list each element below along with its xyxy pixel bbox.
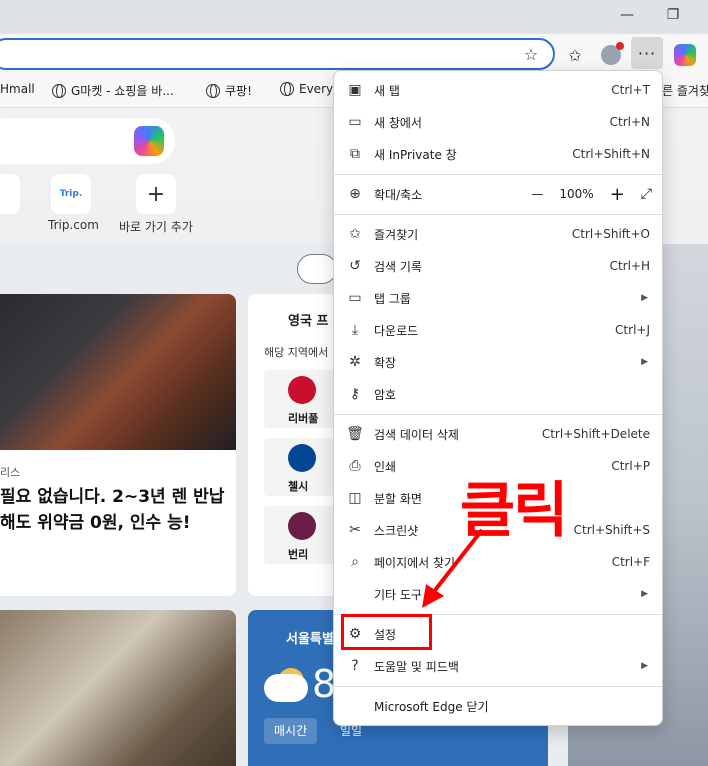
- cloud-icon: [264, 674, 308, 702]
- zoom-value: 100%: [559, 187, 594, 201]
- bookmark-item[interactable]: G마켓 - 쇼핑을 바...: [52, 82, 174, 99]
- favorites-icon[interactable]: ✩: [562, 42, 588, 68]
- extensions-icon: ✲: [349, 354, 361, 370]
- shortcut-label: 바로 가기 추가: [119, 220, 193, 234]
- profile-avatar-icon[interactable]: [598, 42, 624, 68]
- copilot-icon[interactable]: [134, 126, 164, 156]
- menu-item-tab-groups[interactable]: ▭ 탭 그룹 ▶: [334, 282, 662, 314]
- toolbar: ☆ ✩ ···: [0, 34, 708, 74]
- menu-item-passwords[interactable]: ⚷ 암호: [334, 378, 662, 410]
- address-bar[interactable]: ☆: [0, 38, 555, 70]
- sports-card[interactable]: 영국 프 해당 지역에서 리버풀 첼시 번리: [248, 294, 338, 596]
- menu-divider: [334, 214, 662, 215]
- find-icon: ⌕: [351, 554, 359, 570]
- shortcut-tile[interactable]: [0, 174, 20, 214]
- weather-location: 서울특별: [286, 632, 334, 647]
- settings-highlight-box: [341, 614, 432, 650]
- menu-item-extensions[interactable]: ✲ 확장 ▶: [334, 346, 662, 378]
- download-icon: ⤓: [351, 322, 359, 338]
- menu-item-history[interactable]: ↺ 검색 기록 Ctrl+H: [334, 250, 662, 282]
- bookmark-item[interactable]: Hmall: [0, 82, 35, 96]
- new-window-icon: ▭: [348, 114, 362, 130]
- globe-icon: [280, 82, 294, 96]
- help-icon: ?: [351, 658, 359, 674]
- team-chelsea[interactable]: 첼시: [264, 438, 334, 496]
- news-photo: [0, 610, 236, 766]
- more-options-button[interactable]: ···: [631, 37, 663, 69]
- menu-divider: [334, 414, 662, 415]
- news-headline: 필요 없습니다. 2~3년 렌 반납해도 위약금 0원, 인수 능!: [0, 487, 225, 533]
- menu-item-help[interactable]: ? 도움말 및 피드백 ▶: [334, 650, 662, 682]
- sports-title: 영국 프: [288, 314, 329, 329]
- tab-hourly[interactable]: 매시간: [264, 718, 318, 744]
- new-tab-icon: ▣: [348, 82, 362, 98]
- menu-item-downloads[interactable]: ⤓ 다운로드 Ctrl+J: [334, 314, 662, 346]
- menu-item-close-edge[interactable]: Microsoft Edge 닫기: [334, 690, 662, 722]
- menu-item-zoom: ⊕ 확대/축소 — 100% + ⤢: [334, 178, 662, 210]
- favorites-icon: ✩: [349, 226, 361, 242]
- other-favorites[interactable]: 른 즐겨찾: [662, 82, 708, 99]
- zoom-controls: — 100% + ⤢: [531, 184, 652, 205]
- copilot-icon[interactable]: [672, 42, 698, 68]
- shortcut-tile-trip[interactable]: Trip.: [51, 174, 91, 214]
- page-settings-button[interactable]: [297, 254, 337, 284]
- team-liverpool[interactable]: 리버풀: [264, 370, 334, 428]
- globe-icon: [206, 83, 220, 98]
- menu-item-favorites[interactable]: ✩ 즐겨찾기 Ctrl+Shift+O: [334, 218, 662, 250]
- shortcut-label: Trip.com: [48, 218, 99, 232]
- inprivate-icon: ⧉: [350, 146, 360, 162]
- chevron-right-icon: ▶: [641, 293, 648, 303]
- bookmark-item[interactable]: 쿠팡!: [206, 82, 252, 99]
- globe-icon: [52, 83, 66, 98]
- print-icon: ⎙: [349, 458, 361, 474]
- chevron-right-icon: ▶: [641, 589, 648, 599]
- key-icon: ⚷: [349, 386, 361, 402]
- title-bar: — ❐: [0, 0, 708, 34]
- menu-item-new-tab[interactable]: ▣ 새 탭 Ctrl+T: [334, 74, 662, 106]
- minimize-icon[interactable]: —: [604, 0, 650, 30]
- restore-icon[interactable]: ❐: [650, 0, 696, 30]
- team-logo: [288, 376, 316, 404]
- fullscreen-icon[interactable]: ⤢: [641, 186, 652, 202]
- photo-card[interactable]: [0, 610, 236, 766]
- bookmark-item[interactable]: Everyt: [280, 82, 338, 96]
- team-logo: [288, 444, 316, 472]
- menu-divider: [334, 686, 662, 687]
- menu-item-inprivate[interactable]: ⧉ 새 InPrivate 창 Ctrl+Shift+N: [334, 138, 662, 170]
- news-image: [0, 294, 236, 450]
- screenshot-icon: ✂: [349, 522, 361, 538]
- zoom-out-button[interactable]: —: [531, 187, 543, 201]
- split-screen-icon: ◫: [348, 490, 362, 506]
- star-icon[interactable]: ☆: [518, 41, 544, 67]
- sports-subtitle: 해당 지역에서: [264, 346, 329, 359]
- zoom-in-button[interactable]: +: [610, 184, 625, 205]
- menu-item-clear-data[interactable]: 🗑 검색 데이터 삭제 Ctrl+Shift+Delete: [334, 418, 662, 450]
- zoom-icon: ⊕: [349, 186, 361, 202]
- menu-divider: [334, 174, 662, 175]
- annotation-arrow-icon: [422, 528, 484, 608]
- news-card[interactable]: 리스 필요 없습니다. 2~3년 렌 반납해도 위약금 0원, 인수 능!: [0, 294, 236, 596]
- chevron-right-icon: ▶: [641, 357, 648, 367]
- chevron-right-icon: ▶: [641, 661, 648, 671]
- team-logo: [288, 512, 316, 540]
- tab-groups-icon: ▭: [348, 290, 362, 306]
- history-icon: ↺: [349, 258, 361, 274]
- add-shortcut-button[interactable]: +: [136, 174, 176, 214]
- news-source: 리스: [0, 466, 21, 479]
- trash-icon: 🗑: [346, 426, 364, 442]
- team-burnley[interactable]: 번리: [264, 506, 334, 564]
- menu-item-new-window[interactable]: ▭ 새 창에서 Ctrl+N: [334, 106, 662, 138]
